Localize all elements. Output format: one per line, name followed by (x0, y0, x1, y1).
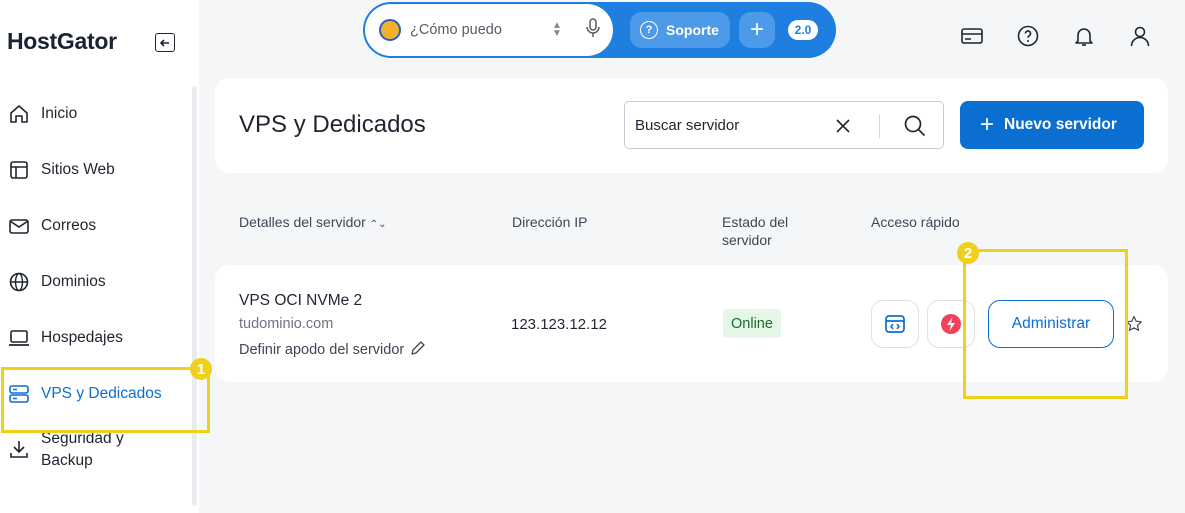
server-ip: 123.123.12.12 (511, 316, 607, 333)
assistant-bar: ¿Cómo puedo ▲ ▼ ? Soporte + 2.0 (363, 2, 836, 58)
download-icon (8, 438, 30, 460)
highlight-box-1 (1, 367, 210, 433)
status-badge: Online (723, 309, 781, 338)
support-button[interactable]: ? Soporte (630, 12, 730, 48)
mail-icon (8, 215, 30, 237)
lightning-icon (941, 314, 961, 334)
sidebar-item-label: Hospedajes (41, 329, 123, 346)
sort-icon: ⌃⌄ (369, 219, 387, 230)
sidebar-item-correos[interactable]: Correos (0, 198, 199, 254)
console-quick-access-button[interactable] (871, 300, 919, 348)
assistant-input-wrapper[interactable]: ¿Cómo puedo ▲ ▼ (365, 4, 613, 56)
sidebar-item-label: Inicio (41, 105, 78, 122)
highlight-box-2 (963, 249, 1128, 399)
sidebar-item-label: Dominios (41, 273, 106, 290)
search-icon[interactable] (903, 114, 927, 138)
sidebar-item-label: Seguridad y Backup (41, 430, 124, 469)
marker-2: 2 (957, 242, 979, 264)
code-window-icon (885, 315, 905, 333)
server-name: VPS OCI NVMe 2 (239, 292, 363, 309)
help-icon[interactable] (1016, 24, 1040, 48)
sidebar-item-inicio[interactable]: Inicio (0, 86, 199, 142)
new-server-button[interactable]: + Nuevo servidor (960, 101, 1144, 149)
column-header-quick-access: Acceso rápido (871, 214, 960, 230)
support-label: Soporte (666, 22, 719, 38)
resize-arrows-icon[interactable]: ▲ ▼ (551, 21, 563, 39)
collapse-sidebar-button[interactable] (155, 33, 175, 52)
credit-card-icon[interactable] (960, 24, 984, 48)
new-server-label: Nuevo servidor (1004, 116, 1117, 133)
divider (879, 114, 880, 138)
hostgator-logo[interactable]: HostGator (7, 28, 117, 55)
sidebar-item-label: Correos (41, 217, 97, 234)
add-button[interactable]: + (739, 12, 775, 48)
close-icon[interactable] (833, 116, 853, 136)
marker-1: 1 (190, 358, 212, 380)
layout-icon (8, 159, 30, 181)
plus-icon: + (980, 111, 995, 138)
microphone-icon[interactable] (585, 17, 601, 43)
version-badge: 2.0 (788, 20, 818, 40)
column-header-ip: Dirección IP (512, 214, 588, 230)
assistant-input[interactable]: ¿Cómo puedo (410, 22, 551, 38)
set-alias-link[interactable]: Definir apodo del servidor (239, 340, 426, 360)
sidebar-item-hospedajes[interactable]: Hospedajes (0, 310, 199, 366)
assistant-avatar-icon (379, 19, 401, 41)
column-header-status: Estado del servidor (722, 214, 789, 248)
column-header-details[interactable]: Detalles del servidor ⌃⌄ (239, 213, 387, 234)
laptop-icon (8, 327, 30, 349)
arrow-left-icon (159, 38, 169, 47)
page-title: VPS y Dedicados (239, 111, 426, 138)
server-search (624, 101, 944, 149)
user-icon[interactable] (1128, 24, 1152, 48)
bell-icon[interactable] (1072, 24, 1096, 48)
sidebar-item-dominios[interactable]: Dominios (0, 254, 199, 310)
home-icon (8, 103, 30, 125)
page-header: VPS y Dedicados + Nuevo servidor (215, 78, 1168, 173)
globe-icon (8, 271, 30, 293)
sidebar-item-sitios-web[interactable]: Sitios Web (0, 142, 199, 198)
help-circle-icon: ? (640, 21, 658, 39)
plus-icon: + (749, 16, 764, 43)
server-domain: tudominio.com (239, 316, 334, 332)
search-input[interactable] (635, 116, 825, 134)
sidebar: HostGator Inicio Sitios Web Correos Domi… (0, 0, 199, 513)
pencil-icon (410, 340, 426, 360)
sidebar-item-label: Sitios Web (41, 161, 115, 178)
